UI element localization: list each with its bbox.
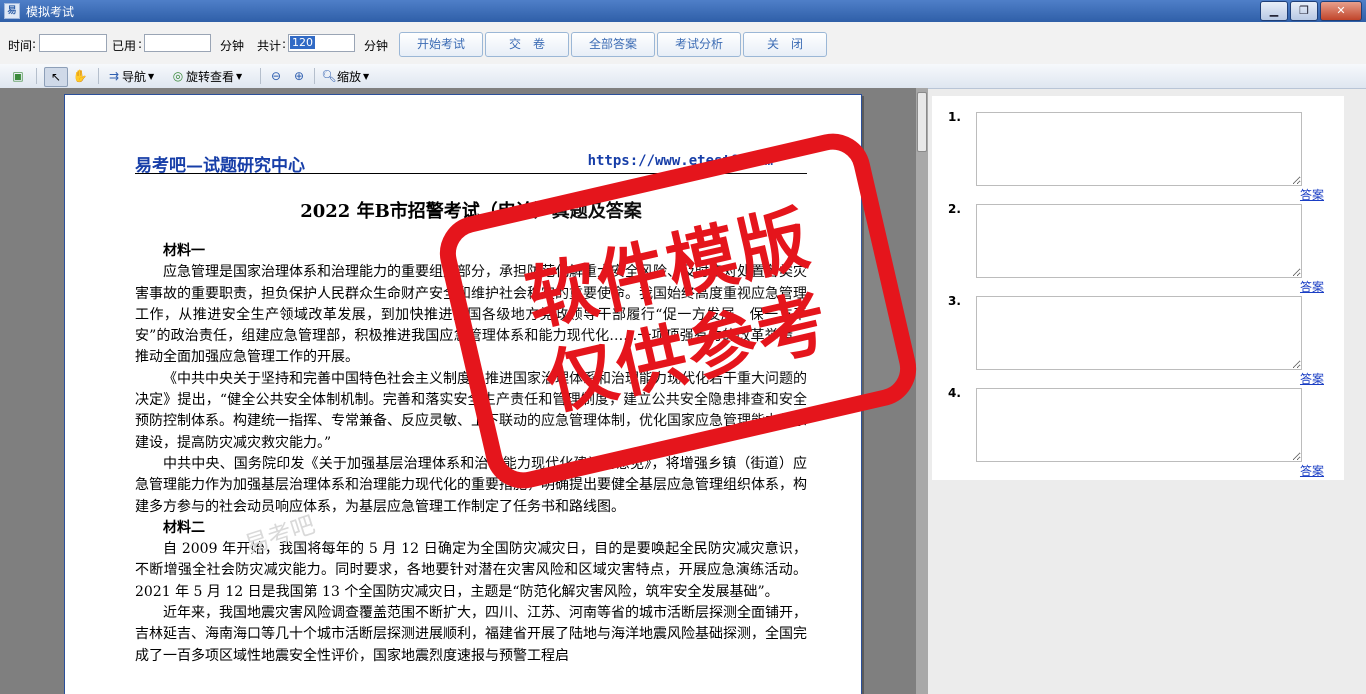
viewer-toolbar: ▣ ↖ ✋ ⇉ 导航 ▼ ◎ 旋转查看 ▼ ⊖ ⊕ 🔍︎ 缩放 ▼ — [0, 64, 1366, 89]
nav-dropdown[interactable]: ⇉ 导航 ▼ — [106, 67, 154, 85]
app-icon: 易 — [4, 3, 20, 19]
answer-textarea[interactable] — [976, 112, 1302, 186]
exam-analysis-button[interactable]: 考试分析 — [657, 32, 741, 57]
minimize-button[interactable]: ▁ — [1260, 1, 1288, 21]
nav-label: 导航 — [122, 69, 147, 84]
exam-control-bar: 时间: 已用: 分钟 共计: 120 分钟 开始考试 交 卷 全部答案 考试分析… — [0, 22, 1366, 65]
close-exam-button[interactable]: 关 闭 — [743, 32, 827, 57]
rotate-dropdown[interactable]: ◎ 旋转查看 ▼ — [170, 67, 242, 85]
chevron-down-icon: ▼ — [363, 71, 370, 81]
answer-textarea[interactable] — [976, 204, 1302, 278]
toolbar-separator — [260, 68, 261, 84]
rotate-icon: ◎ — [172, 69, 184, 83]
answer-item: 3. 答案 — [932, 280, 1344, 386]
zoom-icon: 🔍︎ — [321, 69, 337, 83]
total-label: 共计 — [257, 39, 282, 53]
start-exam-button[interactable]: 开始考试 — [399, 32, 483, 57]
zoom-out-icon: ⊖ — [270, 69, 282, 83]
rotate-label: 旋转查看 — [186, 69, 235, 84]
paragraph: 中共中央、国务院印发《关于加强基层治理体系和治理能力现代化建设的意见》，将增强乡… — [135, 455, 807, 515]
save-icon: ▣ — [12, 69, 24, 83]
toolbar-separator — [314, 68, 315, 84]
answer-panel: 1. 答案 2. 答案 3. 答案 4. 答案 — [932, 96, 1344, 480]
time-input[interactable] — [39, 34, 107, 52]
close-button[interactable]: ✕ — [1320, 1, 1362, 21]
maximize-icon: ❐ — [1299, 4, 1309, 17]
window-controls: ▁ ❐ ✕ — [1260, 1, 1362, 21]
nav-icon: ⇉ — [108, 69, 120, 83]
minutes-label-2: 分钟 — [364, 39, 389, 53]
close-icon: ✕ — [1336, 4, 1346, 17]
toolbar-separator — [98, 68, 99, 84]
hand-icon: ✋ — [72, 69, 88, 83]
section-heading: 材料二 — [163, 519, 205, 536]
zoom-label: 缩放 — [337, 69, 362, 84]
answer-textarea[interactable] — [976, 296, 1302, 370]
paragraph: 自 2009 年开始，我国将每年的 5 月 12 日确定为全国防灾减灾日，目的是… — [135, 541, 807, 600]
chevron-down-icon: ▼ — [236, 71, 243, 81]
maximize-button[interactable]: ❐ — [1290, 1, 1318, 21]
question-number: 2. — [948, 202, 961, 216]
chevron-down-icon: ▼ — [148, 71, 155, 81]
total-minutes-value: 120 — [290, 36, 315, 49]
header-left-text: 易考吧—试题研究中心 — [135, 156, 305, 176]
minimize-icon: ▁ — [1269, 4, 1279, 17]
answer-item: 2. 答案 — [932, 188, 1344, 294]
answer-item: 1. 答案 — [932, 96, 1344, 202]
document-scrollbar[interactable] — [916, 88, 928, 694]
toolbar-separator — [36, 68, 37, 84]
question-number: 4. — [948, 386, 961, 400]
time-label: 时间 — [8, 39, 33, 53]
question-number: 1. — [948, 110, 961, 124]
select-tool-button[interactable]: ↖ — [44, 67, 68, 87]
answer-item: 4. 答案 — [932, 372, 1344, 478]
save-button[interactable]: ▣ — [10, 67, 26, 85]
select-arrow-icon: ↖ — [50, 70, 62, 84]
hand-tool-button[interactable]: ✋ — [72, 67, 88, 85]
zoom-in-icon: ⊕ — [293, 69, 305, 83]
all-answers-button[interactable]: 全部答案 — [571, 32, 655, 57]
answer-textarea[interactable] — [976, 388, 1302, 462]
question-number: 3. — [948, 294, 961, 308]
answer-link[interactable]: 答案 — [1300, 462, 1324, 479]
used-input[interactable] — [144, 34, 211, 52]
zoom-out-button[interactable]: ⊖ — [268, 67, 284, 85]
submit-paper-button[interactable]: 交 卷 — [485, 32, 569, 57]
zoom-dropdown[interactable]: 🔍︎ 缩放 ▼ — [321, 67, 369, 85]
minutes-label: 分钟 — [220, 39, 245, 53]
window-title: 模拟考试 — [26, 4, 75, 19]
paragraph: 近年来，我国地震灾害风险调查覆盖范围不断扩大，四川、江苏、河南等省的城市活断层探… — [135, 605, 807, 664]
zoom-in-button[interactable]: ⊕ — [291, 67, 307, 85]
used-label: 已用 — [112, 39, 137, 53]
scrollbar-thumb[interactable] — [917, 92, 927, 152]
title-bar: 易 模拟考试 ▁ ❐ ✕ — [0, 0, 1366, 22]
